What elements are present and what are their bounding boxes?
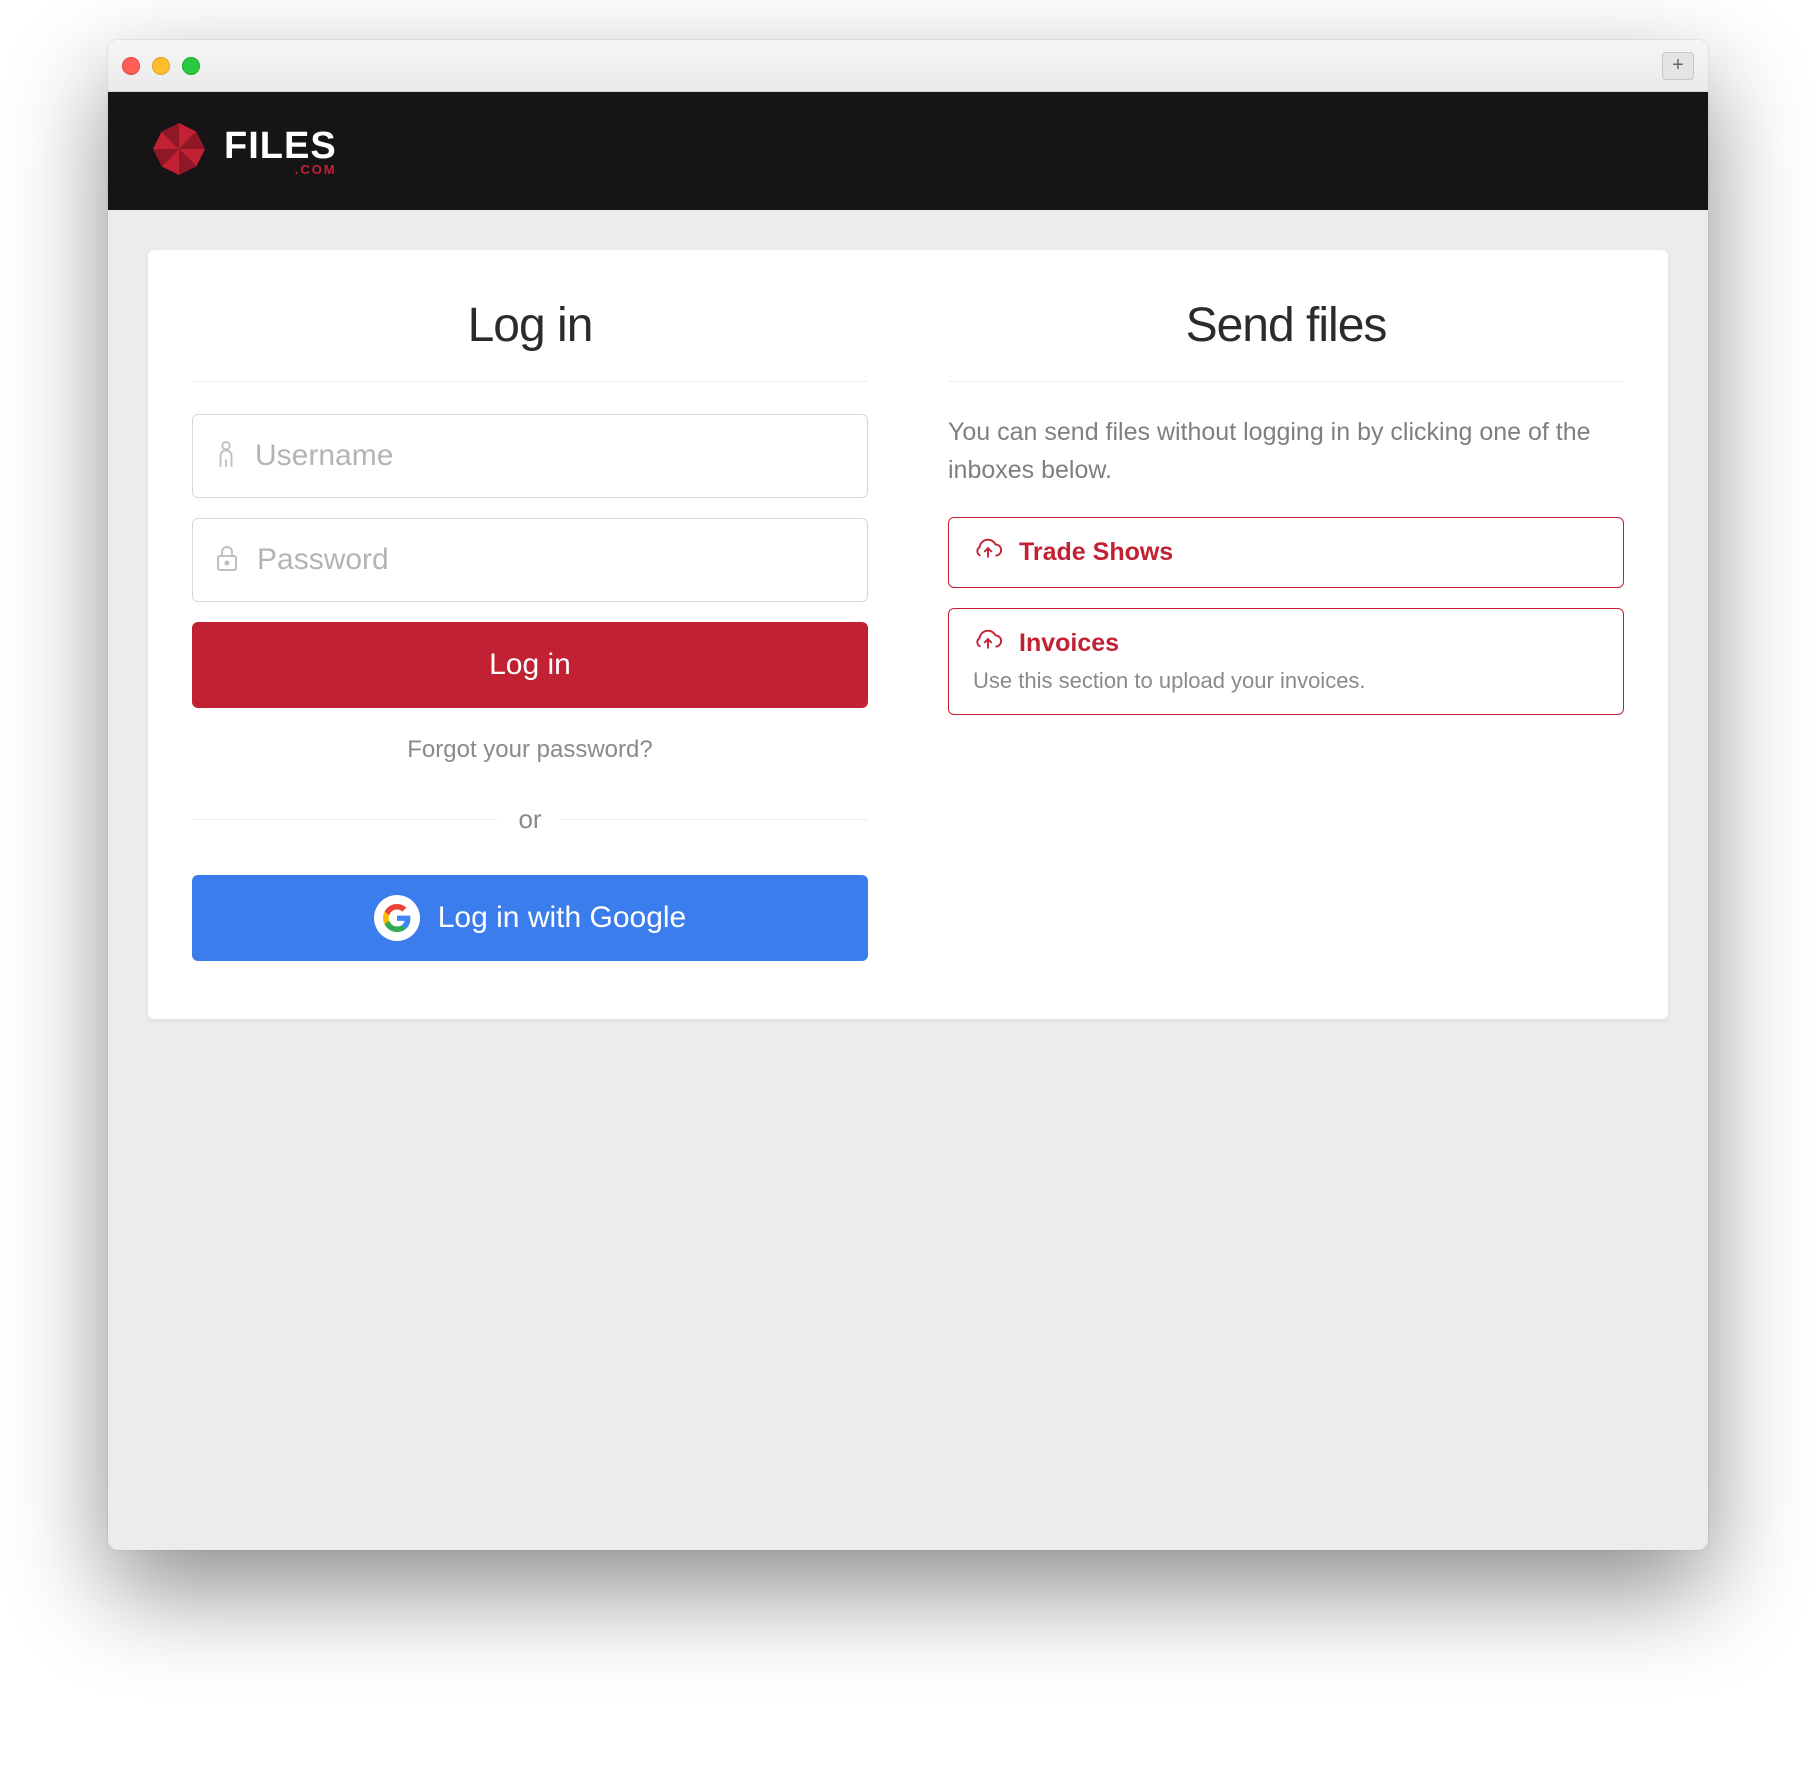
page-body: Log in xyxy=(108,210,1708,1550)
lock-icon xyxy=(215,544,239,577)
send-files-panel: Send files You can send files without lo… xyxy=(948,298,1624,961)
cloud-upload-icon xyxy=(973,538,1003,567)
divider xyxy=(192,381,868,382)
divider xyxy=(192,819,498,820)
or-divider: or xyxy=(192,804,868,835)
login-panel: Log in xyxy=(192,298,868,961)
username-field-wrap[interactable] xyxy=(192,414,868,498)
window-titlebar: + xyxy=(108,40,1708,92)
brand-suffix: .COM xyxy=(295,163,337,176)
cloud-upload-icon xyxy=(973,629,1003,658)
inbox-invoices[interactable]: Invoices Use this section to upload your… xyxy=(948,608,1624,715)
forgot-password-link[interactable]: Forgot your password? xyxy=(192,736,868,764)
minimize-window-button[interactable] xyxy=(152,57,170,75)
divider xyxy=(948,381,1624,382)
username-input[interactable] xyxy=(255,439,845,473)
login-title: Log in xyxy=(192,298,868,353)
inbox-head: Trade Shows xyxy=(973,538,1599,567)
password-field-wrap[interactable] xyxy=(192,518,868,602)
brand-name: FILES xyxy=(224,127,337,165)
inbox-head: Invoices xyxy=(973,629,1599,658)
inbox-trade-shows[interactable]: Trade Shows xyxy=(948,517,1624,588)
google-icon xyxy=(374,895,420,941)
send-files-description: You can send files without logging in by… xyxy=(948,414,1624,489)
app-header: FILES .COM xyxy=(108,92,1708,210)
main-card: Log in xyxy=(148,250,1668,1019)
login-button-label: Log in xyxy=(489,648,571,682)
inbox-description: Use this section to upload your invoices… xyxy=(973,668,1599,694)
plus-icon: + xyxy=(1672,54,1684,77)
close-window-button[interactable] xyxy=(122,57,140,75)
maximize-window-button[interactable] xyxy=(182,57,200,75)
app-window: + FILES xyxy=(108,40,1708,1550)
brand-text: FILES .COM xyxy=(224,127,337,176)
divider xyxy=(562,819,868,820)
brand-logo[interactable]: FILES .COM xyxy=(148,118,337,185)
inbox-title: Trade Shows xyxy=(1019,538,1173,567)
inbox-title: Invoices xyxy=(1019,629,1119,658)
google-login-button[interactable]: Log in with Google xyxy=(192,875,868,961)
send-files-title: Send files xyxy=(948,298,1624,353)
traffic-lights xyxy=(122,57,200,75)
user-icon xyxy=(215,439,237,474)
or-label: or xyxy=(518,804,541,835)
new-tab-button[interactable]: + xyxy=(1662,52,1694,80)
password-input[interactable] xyxy=(257,543,845,577)
login-button[interactable]: Log in xyxy=(192,622,868,708)
pinwheel-icon xyxy=(148,118,210,185)
google-login-label: Log in with Google xyxy=(438,901,687,935)
